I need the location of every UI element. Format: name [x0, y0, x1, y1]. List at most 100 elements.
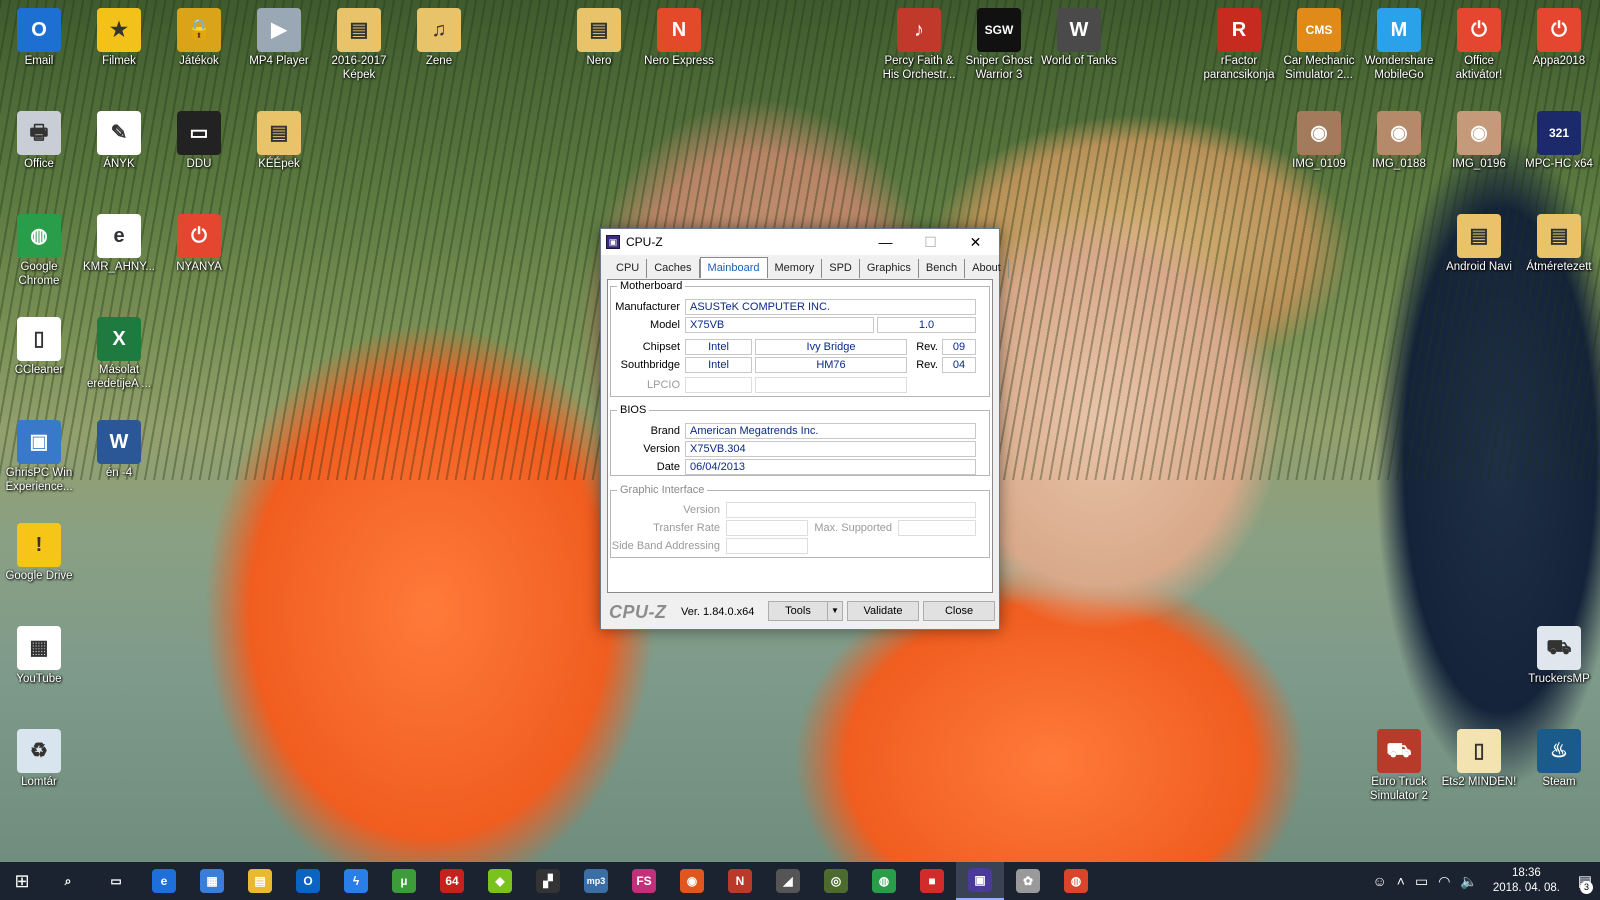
tab-about[interactable]: About: [965, 259, 1009, 278]
title-bar[interactable]: ▣ CPU-Z — ☐ ✕: [601, 229, 999, 255]
taskbar-store-button[interactable]: ▦: [188, 862, 236, 900]
desktop-icon[interactable]: ▯ Ets2 MINDEN!: [1440, 725, 1518, 789]
desktop-icon[interactable]: M Wondershare MobileGo: [1360, 4, 1438, 82]
desktop-icon[interactable]: ✎ ÁNYK: [80, 107, 158, 171]
tab-mainboard[interactable]: Mainboard: [699, 257, 768, 278]
desktop-icon[interactable]: ★ Filmek: [80, 4, 158, 68]
taskbar-fs-app-button[interactable]: FS: [620, 862, 668, 900]
taskbar-pinwheel-app-button[interactable]: ✿: [1004, 862, 1052, 900]
chevron-up-icon[interactable]: ˄: [1397, 873, 1405, 889]
taskbar-red-app-button[interactable]: ■: [908, 862, 956, 900]
minimize-button[interactable]: —: [863, 229, 908, 255]
notification-center-icon[interactable]: ▤ 3: [1570, 872, 1600, 894]
desktop-icon[interactable]: ♻ Lomtár: [0, 725, 78, 789]
desktop-icon[interactable]: ◉ IMG_0196: [1440, 107, 1518, 171]
desktop-icon[interactable]: ♨ Steam: [1520, 725, 1598, 789]
maximize-button[interactable]: ☐: [908, 229, 953, 255]
tools-button[interactable]: Tools: [768, 601, 828, 621]
people-icon[interactable]: ☺: [1372, 873, 1386, 889]
desktop-icon[interactable]: ♪ Percy Faith & His Orchestr...: [880, 4, 958, 82]
outlook-icon: O: [17, 8, 61, 52]
desktop-icon[interactable]: Wén -4: [80, 416, 158, 480]
desktop-icon[interactable]: ▦ YouTube: [0, 622, 78, 686]
tab-memory[interactable]: Memory: [768, 259, 823, 278]
taskbar-aida64-button[interactable]: 64: [428, 862, 476, 900]
close-button[interactable]: Close: [923, 601, 995, 621]
taskbar-chrome-2-button[interactable]: ◍: [1052, 862, 1100, 900]
folder-icon: ▤: [257, 111, 301, 155]
desktop-icon[interactable]: ◉ IMG_0109: [1280, 107, 1358, 171]
tools-dropdown-icon[interactable]: ▼: [827, 601, 843, 621]
taskbar-chrome-button[interactable]: ◍: [860, 862, 908, 900]
taskbar-outlook-button[interactable]: O: [284, 862, 332, 900]
taskbar-file-explorer-button[interactable]: ▤: [236, 862, 284, 900]
desktop-icon[interactable]: ♫ Zene: [400, 4, 478, 68]
fs-app-icon: FS: [632, 869, 656, 893]
desktop-icon[interactable]: X Másolat eredetijeA ...: [80, 313, 158, 391]
desktop-icon[interactable]: ◍ Google Chrome: [0, 210, 78, 288]
taskbar: ⊞ ⌕ ▭ e ▦ ▤ Oϟ µ 64 ◆ ▞ mp3 FS ◉ N ◢ ◎ ◍ ■ ▣ ✿ ◍ ☺ ˄ ▭ ◠ 🔈 1…: [0, 862, 1600, 900]
taskbar-gpu-app-button[interactable]: ◢: [764, 862, 812, 900]
desktop-icon[interactable]: N Nero Express: [640, 4, 718, 68]
desktop-icon[interactable]: ▣ GhrisPC Win Experience...: [0, 416, 78, 494]
desktop-icon[interactable]: ▤ Átméretezett: [1520, 210, 1598, 274]
desktop-icon[interactable]: ⏻ NYANYA: [160, 210, 238, 274]
desktop-icon-label: MP4 Player: [249, 55, 309, 67]
desktop-icon[interactable]: ▤ 2016-2017 Képek: [320, 4, 398, 82]
taskbar-eye-app-button[interactable]: ◉: [668, 862, 716, 900]
tab-bench[interactable]: Bench: [919, 259, 966, 278]
taskbar-cpu-z-button[interactable]: ▣: [956, 862, 1004, 900]
desktop-icon[interactable]: ! Google Drive: [0, 519, 78, 583]
desktop-icon-label: Ets2 MINDEN!: [1441, 776, 1517, 788]
taskbar-green-app-button[interactable]: ◆: [476, 862, 524, 900]
desktop-icon[interactable]: SGW Sniper Ghost Warrior 3: [960, 4, 1038, 82]
desktop-icon[interactable]: ▤ Android Navi: [1440, 210, 1518, 274]
taskbar-video-editor-button[interactable]: ▞: [524, 862, 572, 900]
desktop-icon[interactable]: e KMR_AHNY...: [80, 210, 158, 274]
taskbar-nero-app-button[interactable]: N: [716, 862, 764, 900]
desktop-icon[interactable]: ▯ CCleaner: [0, 313, 78, 377]
desktop-icon[interactable]: ⛟ TruckersMP: [1520, 622, 1598, 686]
taskbar-lightning-app-button[interactable]: ϟ: [332, 862, 380, 900]
gi-version-value: [726, 502, 976, 518]
tab-cpu[interactable]: CPU: [609, 259, 648, 278]
lightning-app-icon: ϟ: [344, 869, 368, 893]
recycle-bin-icon: ♻: [17, 729, 61, 773]
close-window-button[interactable]: ✕: [953, 229, 998, 255]
validate-button[interactable]: Validate: [847, 601, 919, 621]
desktop-icon[interactable]: ◉ IMG_0188: [1360, 107, 1438, 171]
desktop-icon[interactable]: ⏻ Appa2018: [1520, 4, 1598, 68]
taskbar-search-button[interactable]: ⌕: [44, 862, 92, 900]
desktop-icon[interactable]: CMS Car Mechanic Simulator 2...: [1280, 4, 1358, 82]
desktop-icon[interactable]: RrFactor parancsikonja: [1200, 4, 1278, 82]
tab-spd[interactable]: SPD: [822, 259, 860, 278]
desktop-icon[interactable]: 321 MPC-HC x64: [1520, 107, 1598, 171]
battery-icon[interactable]: ▭: [1415, 873, 1428, 890]
desktop-icon[interactable]: ▭ DDU: [160, 107, 238, 171]
desktop-icon-label: Átméretezett: [1526, 261, 1592, 273]
desktop-icon-label: DDU: [186, 158, 212, 170]
desktop-icon-label: World of Tanks: [1041, 55, 1117, 67]
volume-icon[interactable]: 🔈: [1460, 873, 1477, 890]
desktop-icon[interactable]: ▶ MP4 Player: [240, 4, 318, 68]
notification-count: 3: [1580, 881, 1593, 894]
desktop-icon[interactable]: ⏻ Office aktivátor!: [1440, 4, 1518, 82]
desktop-icon[interactable]: 🔒 Játékok: [160, 4, 238, 68]
taskbar-task-view-button[interactable]: ▭: [92, 862, 140, 900]
taskbar-mp3-app-button[interactable]: mp3: [572, 862, 620, 900]
taskbar-circle-app-button[interactable]: ◎: [812, 862, 860, 900]
desktop-icon[interactable]: ▤ KÉÉpek: [240, 107, 318, 171]
taskbar-utorrent-button[interactable]: µ: [380, 862, 428, 900]
desktop-icon[interactable]: 🖶 Office: [0, 107, 78, 171]
tab-caches[interactable]: Caches: [647, 259, 700, 278]
taskbar-edge-button[interactable]: e: [140, 862, 188, 900]
desktop-icon[interactable]: O Email: [0, 4, 78, 68]
clock[interactable]: 18:36 2018. 04. 08.: [1493, 866, 1560, 896]
desktop-icon[interactable]: W World of Tanks: [1040, 4, 1118, 68]
windows-logo-icon[interactable]: ⊞: [0, 862, 44, 900]
wifi-icon[interactable]: ◠: [1438, 873, 1450, 890]
desktop-icon[interactable]: ▤ Nero: [560, 4, 638, 68]
desktop-icon[interactable]: ⛟ Euro Truck Simulator 2: [1360, 725, 1438, 803]
graphic-interface-group-title: Graphic Interface: [620, 484, 705, 496]
tab-graphics[interactable]: Graphics: [860, 259, 919, 278]
